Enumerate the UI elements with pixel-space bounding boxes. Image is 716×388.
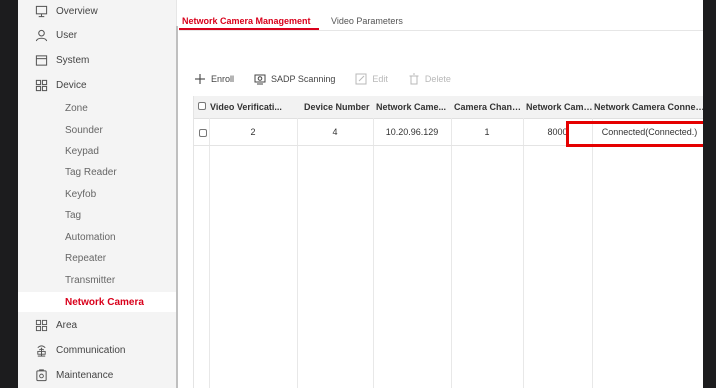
delete-button[interactable]: Delete [408,73,451,85]
row-checkbox[interactable] [198,128,207,137]
header-network-camera-port[interactable]: Network Came... [523,96,594,118]
scan-icon [254,74,266,85]
row-checkbox-cell[interactable] [196,119,209,145]
sidebar: Overview User System Device Zone Sounder… [18,0,177,388]
sidebar-item-area[interactable]: Area [18,314,176,336]
user-icon [34,28,48,42]
column-divider [373,118,374,388]
tab-bar: Network Camera Management Video Paramete… [179,0,703,31]
sidebar-item-label: Maintenance [56,369,114,381]
sidebar-item-overview[interactable]: Overview [18,0,176,22]
sidebar-subitem-tag[interactable]: Tag [18,205,176,225]
sidebar-subitem-network-camera[interactable]: Network Camera [18,292,176,312]
edit-icon [355,73,367,85]
sidebar-subitem-automation[interactable]: Automation [18,227,176,247]
communication-icon [34,343,48,357]
tab-video-parameters[interactable]: Video Parameters [331,16,403,26]
sidebar-item-communication[interactable]: Communication [18,339,176,361]
sidebar-item-label: Area [56,319,78,331]
sidebar-subitem-keyfob[interactable]: Keyfob [18,184,176,204]
trash-icon [409,73,419,85]
sidebar-subitem-zone[interactable]: Zone [18,98,176,118]
table-header: Video Verificati... Device Number Networ… [194,96,703,119]
camera-table: Video Verificati... Device Number Networ… [193,96,703,388]
sidebar-item-system[interactable]: System [18,49,176,71]
sidebar-item-label: Device [56,79,87,91]
header-device-number[interactable]: Device Number [301,96,373,118]
header-camera-channel[interactable]: Camera Chann... [451,96,523,118]
column-divider [523,118,524,388]
enroll-button[interactable]: Enroll [194,73,234,85]
toolbar: Enroll SADP Scanning Edit Delete [194,70,471,88]
sidebar-item-label: Communication [56,344,126,356]
column-divider [297,118,298,388]
tab-network-camera-management[interactable]: Network Camera Management [182,16,311,26]
sidebar-item-maintenance[interactable]: Maintenance [18,364,176,386]
app-window: Overview User System Device Zone Sounder… [18,0,703,388]
cell-camera-channel: 1 [484,127,490,137]
active-tab-indicator [179,28,319,30]
column-divider [451,118,452,388]
header-network-camera-ip[interactable]: Network Came... [373,96,451,118]
cell-port: 8000 [547,127,568,137]
sidebar-subitem-transmitter[interactable]: Transmitter [18,270,176,290]
sidebar-subitem-sounder[interactable]: Sounder [18,120,176,140]
sidebar-item-label: User [56,29,78,41]
area-icon [34,318,48,332]
sidebar-item-label: Overview [56,5,98,17]
sidebar-subitem-tag-reader[interactable]: Tag Reader [18,162,176,182]
column-divider [209,118,210,388]
column-divider [592,118,593,388]
sidebar-item-device[interactable]: Device [18,74,176,96]
maintenance-icon [34,368,48,382]
edit-button[interactable]: Edit [355,73,388,85]
cell-ip-address: 10.20.96.129 [385,127,439,137]
table-row[interactable]: 2 4 10.20.96.129 1 8000 Connected(Connec… [194,119,703,146]
scroll-track [176,26,178,388]
system-icon [34,53,48,67]
sadp-scanning-button[interactable]: SADP Scanning [254,73,335,85]
cell-device-number: 4 [332,127,338,137]
sidebar-subitem-repeater[interactable]: Repeater [18,248,176,268]
sidebar-item-label: System [56,54,90,66]
sidebar-item-user[interactable]: User [18,24,176,46]
monitor-icon [34,4,48,18]
select-all-checkbox[interactable] [198,102,206,110]
sidebar-subitem-keypad[interactable]: Keypad [18,141,176,161]
main-content: Network Camera Management Video Paramete… [176,0,703,388]
plus-icon [195,74,205,84]
cell-connection-status: Connected(Connected.) [601,127,698,137]
device-icon [34,78,48,92]
header-video-verification[interactable]: Video Verificati... [207,96,301,118]
cell-video-verification: 2 [250,127,256,137]
header-connection-status[interactable]: Network Camera Connection ... [591,96,703,118]
